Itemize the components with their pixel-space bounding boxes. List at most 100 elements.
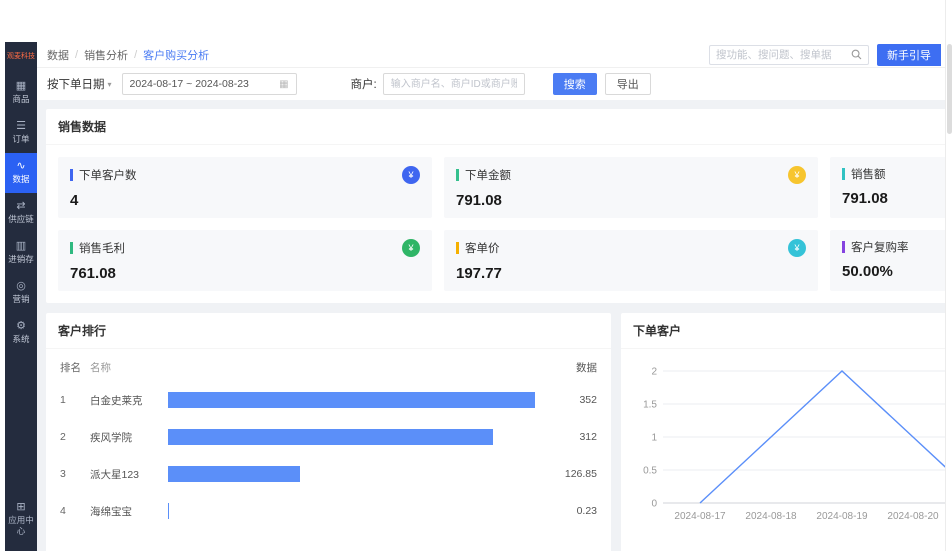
sidebar-nav: ▦商品☰订单 ∿ 数据 ⇄供应链▥进销存◎营销 ⚙ 系统 xyxy=(5,73,37,353)
yuan-coin-icon: ¥ xyxy=(788,166,806,184)
line-chart: 00.511.522024-08-172024-08-182024-08-192… xyxy=(629,353,945,538)
chart-icon: ∿ xyxy=(16,161,25,172)
merchant-label: 商户: xyxy=(351,76,377,92)
stat-value: 791.08 xyxy=(842,190,945,207)
guide-button[interactable]: 新手引导 xyxy=(877,44,941,66)
stats-grid: 下单客户数¥4下单金额¥791.08销售额791.08销售毛利¥761.08客单… xyxy=(46,145,945,303)
value-cell: 352 xyxy=(545,394,597,406)
sales-card-title: 销售数据 xyxy=(46,109,945,145)
stat-value: 4 xyxy=(70,192,420,209)
stat-tile-avg-order-value: 客单价¥197.77 xyxy=(444,230,818,291)
stat-accent-bar xyxy=(70,242,73,254)
order-customers-card: 下单客户 00.511.522024-08-172024-08-182024-0… xyxy=(621,313,945,551)
calendar-icon: ▦ xyxy=(279,79,288,90)
table-row: 4海绵宝宝0.23 xyxy=(60,493,597,530)
x-axis-tick-label: 2024-08-17 xyxy=(674,511,726,522)
search-icon[interactable] xyxy=(851,49,862,60)
filter-toolbar: 按下单日期 ▾ 2024-08-17 ~ 2024-08-23 ▦ 商户: 搜索… xyxy=(37,68,945,100)
table-row: 3派大星123126.85 xyxy=(60,456,597,493)
scrollbar[interactable] xyxy=(945,0,952,551)
grid-icon: ⊞ xyxy=(16,502,25,513)
breadcrumb-item[interactable]: 销售分析 xyxy=(84,47,128,63)
content: 销售数据 下单客户数¥4下单金额¥791.08销售额791.08销售毛利¥761… xyxy=(37,100,945,551)
x-axis-tick-label: 2024-08-20 xyxy=(887,511,939,522)
ranking-bar xyxy=(168,429,493,445)
ranking-column-header: 数据 xyxy=(545,360,597,375)
stat-value: 791.08 xyxy=(456,192,806,209)
breadcrumb-item: 客户购买分析 xyxy=(143,47,209,63)
ranking-column-header: 排名 xyxy=(60,360,90,375)
sidebar-item-app-center[interactable]: ⊞ 应用中心 xyxy=(5,494,37,551)
breadcrumb: 数据/销售分析/客户购买分析 xyxy=(47,47,209,63)
gear-icon: ⚙ xyxy=(16,321,26,332)
value-cell: 126.85 xyxy=(545,468,597,480)
yuan-coin-icon: ¥ xyxy=(402,166,420,184)
date-range-input[interactable]: 2024-08-17 ~ 2024-08-23 ▦ xyxy=(122,73,297,95)
ranking-header-row: 排名名称数据 xyxy=(60,353,597,382)
y-axis-tick-label: 2 xyxy=(651,367,657,378)
topbar: 数据/销售分析/客户购买分析 新手引导 xyxy=(37,42,945,68)
date-range-value: 2024-08-17 ~ 2024-08-23 xyxy=(130,78,249,90)
stat-label: 客单价 xyxy=(465,240,788,256)
stat-value: 197.77 xyxy=(456,265,806,282)
stat-label: 下单金额 xyxy=(465,167,788,183)
stat-accent-bar xyxy=(456,242,459,254)
table-row: 1白金史莱克352 xyxy=(60,382,597,419)
stat-tile-order-customers: 下单客户数¥4 xyxy=(58,157,432,218)
sidebar-item-label: 营销 xyxy=(10,294,31,305)
sidebar-item-orders[interactable]: ☰订单 xyxy=(5,113,37,153)
scrollbar-thumb[interactable] xyxy=(947,44,952,134)
sidebar-item-label: 应用中心 xyxy=(5,515,37,537)
main-area: 数据/销售分析/客户购买分析 新手引导 按下单日期 ▾ 2024-08-17 ~… xyxy=(37,42,945,551)
value-cell: 312 xyxy=(545,431,597,443)
bar-cell xyxy=(168,392,545,408)
sidebar-item-marketing[interactable]: ◎营销 xyxy=(5,273,37,313)
sidebar-item-label: 系统 xyxy=(10,334,31,345)
date-type-select[interactable]: 按下单日期 ▾ xyxy=(47,76,112,92)
logo: 观麦科技 xyxy=(5,42,37,69)
topbar-right: 新手引导 xyxy=(709,44,941,66)
customer-ranking-card: 客户排行 排名名称数据1白金史莱克3522疾风学院3123派大星123126.8… xyxy=(46,313,611,551)
y-axis-tick-label: 0.5 xyxy=(643,466,657,477)
sidebar-item-system[interactable]: ⚙ 系统 xyxy=(5,313,37,353)
sidebar-item-goods[interactable]: ▦商品 xyxy=(5,73,37,113)
y-axis-tick-label: 1.5 xyxy=(643,400,657,411)
stat-tile-gross-profit: 销售毛利¥761.08 xyxy=(58,230,432,291)
stat-value: 50.00% xyxy=(842,263,945,280)
bar-cell xyxy=(168,503,545,519)
box-icon: ▦ xyxy=(16,81,26,92)
name-cell: 白金史莱克 xyxy=(90,393,168,408)
sidebar-item-inventory[interactable]: ▥进销存 xyxy=(5,233,37,273)
stat-accent-bar xyxy=(456,169,459,181)
search-button[interactable]: 搜索 xyxy=(553,73,597,95)
ranking-card-title: 客户排行 xyxy=(46,313,611,349)
global-search-input[interactable] xyxy=(716,49,851,61)
stat-label: 销售额 xyxy=(851,166,945,182)
bar-cell xyxy=(168,466,545,482)
stat-label: 客户复购率 xyxy=(851,239,945,255)
ranking-column-header: 名称 xyxy=(90,360,545,375)
chart-area: 00.511.522024-08-172024-08-182024-08-192… xyxy=(621,349,945,547)
name-cell: 派大星123 xyxy=(90,467,168,482)
stat-tile-order-amount: 下单金额¥791.08 xyxy=(444,157,818,218)
sidebar-item-label: 数据 xyxy=(10,174,31,185)
app-window: 观麦科技 ▦商品☰订单 ∿ 数据 ⇄供应链▥进销存◎营销 ⚙ 系统 ⊞ 应用中心 数据/销… xyxy=(5,42,945,551)
stat-label: 下单客户数 xyxy=(79,167,402,183)
yuan-coin-icon: ¥ xyxy=(788,239,806,257)
chevron-down-icon: ▾ xyxy=(108,80,112,89)
breadcrumb-item[interactable]: 数据 xyxy=(47,47,69,63)
chart-card-title: 下单客户 xyxy=(621,313,945,349)
rank-cell: 2 xyxy=(60,431,90,443)
ranking-bar xyxy=(168,466,300,482)
link-icon: ⇄ xyxy=(16,201,25,212)
date-type-label: 按下单日期 xyxy=(47,76,105,92)
sidebar-item-supply-chain[interactable]: ⇄供应链 xyxy=(5,193,37,233)
value-cell: 0.23 xyxy=(545,505,597,517)
stat-label: 销售毛利 xyxy=(79,240,402,256)
export-button[interactable]: 导出 xyxy=(605,73,651,95)
cube-icon: ▥ xyxy=(16,241,26,252)
stat-value: 761.08 xyxy=(70,265,420,282)
sidebar-item-data[interactable]: ∿ 数据 xyxy=(5,153,37,193)
global-search[interactable] xyxy=(709,45,869,65)
merchant-search-input[interactable] xyxy=(383,73,525,95)
